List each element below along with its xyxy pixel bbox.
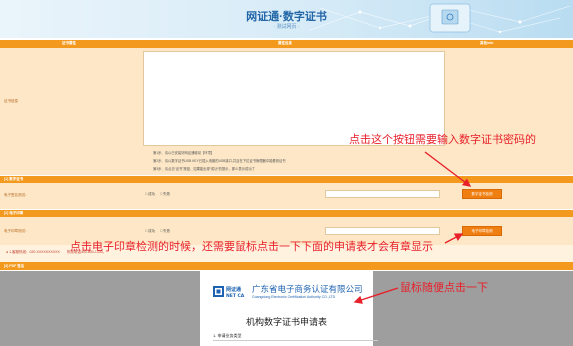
annotation-arrows [353, 151, 472, 304]
arrow-to-form [353, 287, 399, 304]
arrow-to-seal-button [444, 233, 464, 244]
arrow-to-cert-button [424, 151, 472, 187]
